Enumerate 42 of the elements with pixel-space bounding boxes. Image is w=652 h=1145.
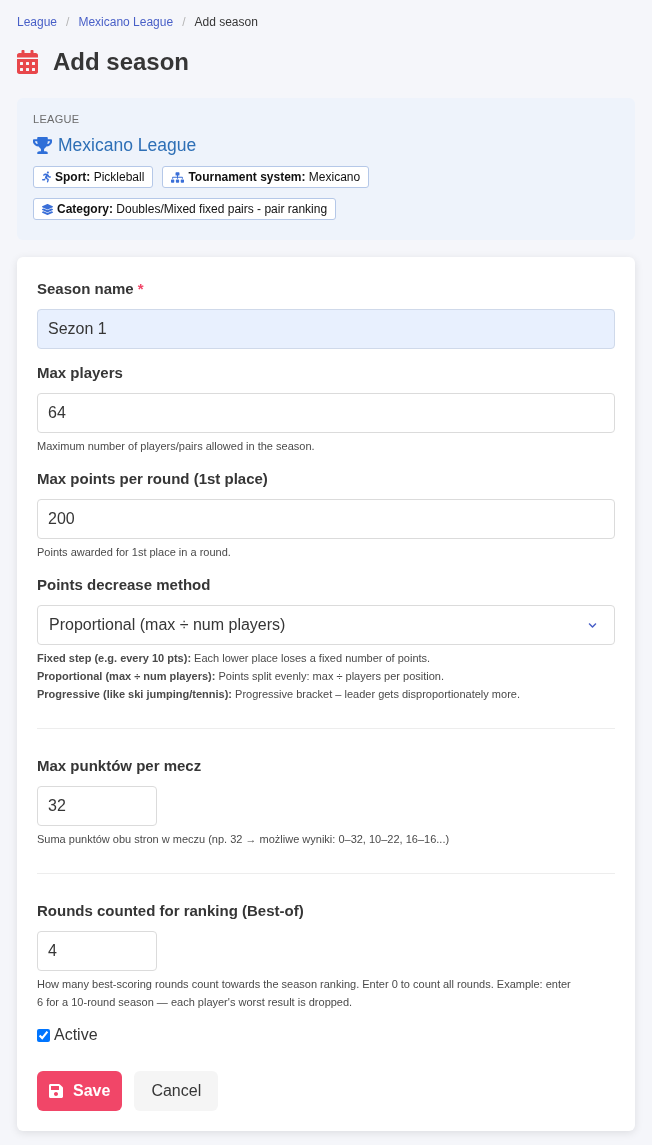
required-mark: * <box>137 279 144 299</box>
field-label: Season name <box>37 279 134 299</box>
tag-text: Tournament system: Mexicano <box>188 169 361 186</box>
input-field[interactable]: 32 <box>37 786 157 826</box>
calendar-icon <box>17 50 38 74</box>
help-text: Suma punktów obu stron w meczu (np. 32 → możliwe wyniki: 0–32, 10–22, 16–16...) <box>37 832 451 847</box>
breadcrumb-separator: / <box>182 14 186 31</box>
trophy-icon <box>33 136 52 154</box>
save-icon <box>49 1083 63 1099</box>
active-checkbox[interactable] <box>37 1028 50 1042</box>
breadcrumb-current: Add season <box>194 14 258 31</box>
tag-text: Sport: Pickleball <box>55 169 145 186</box>
select-field[interactable]: Proportional (max ÷ num players) <box>37 605 615 645</box>
layers-icon <box>42 203 53 215</box>
league-caption: LEAGUE <box>33 112 80 126</box>
tag-text: Category: Doubles/Mixed fixed pairs - pair ranking <box>57 201 328 218</box>
input-field[interactable]: 200 <box>37 499 615 539</box>
field-label: Max players <box>37 363 123 383</box>
help-text: Proportional (max ÷ num players): Points split evenly: max ÷ players per position. <box>37 669 445 684</box>
page-title: Add season <box>53 47 190 77</box>
help-text: Progressive (like ski jumping/tennis): Progressive bracket – leader gets disproportionately more. <box>37 687 521 702</box>
cancel-button[interactable]: Cancel <box>134 1071 219 1111</box>
running-person-icon <box>42 171 51 183</box>
breadcrumb-separator: / <box>66 14 70 31</box>
hierarchy-icon <box>171 171 185 183</box>
help-text: Points awarded for 1st place in a round. <box>37 545 232 560</box>
input-field[interactable]: Sezon 1 <box>37 309 615 349</box>
breadcrumb-link[interactable]: League <box>17 13 58 31</box>
help-text: Maximum number of players/pairs allowed in the season. <box>37 439 316 454</box>
save-button[interactable]: Save <box>37 1071 123 1111</box>
league-name: Mexicano League <box>58 134 197 157</box>
field-label: Points decrease method <box>37 575 211 595</box>
help-text: How many best-scoring rounds count towards the season ranking. Enter 0 to count all rounds. Example: enter 6 for a 10-round season — each player's worst result is dropped. <box>37 977 572 1010</box>
field-label: Max points per round (1st place) <box>37 469 268 489</box>
help-text: Fixed step (e.g. every 10 pts): Each lower place loses a fixed number of points. <box>37 651 432 666</box>
input-field[interactable]: 64 <box>37 393 615 433</box>
chevron-down-icon <box>586 620 599 630</box>
field-label: Max punktów per mecz <box>37 756 202 776</box>
breadcrumb-link[interactable]: Mexicano League <box>78 13 174 31</box>
field-label: Rounds counted for ranking (Best-of) <box>37 901 304 921</box>
input-field[interactable]: 4 <box>37 931 157 971</box>
checkbox-label: Active <box>54 1025 98 1045</box>
